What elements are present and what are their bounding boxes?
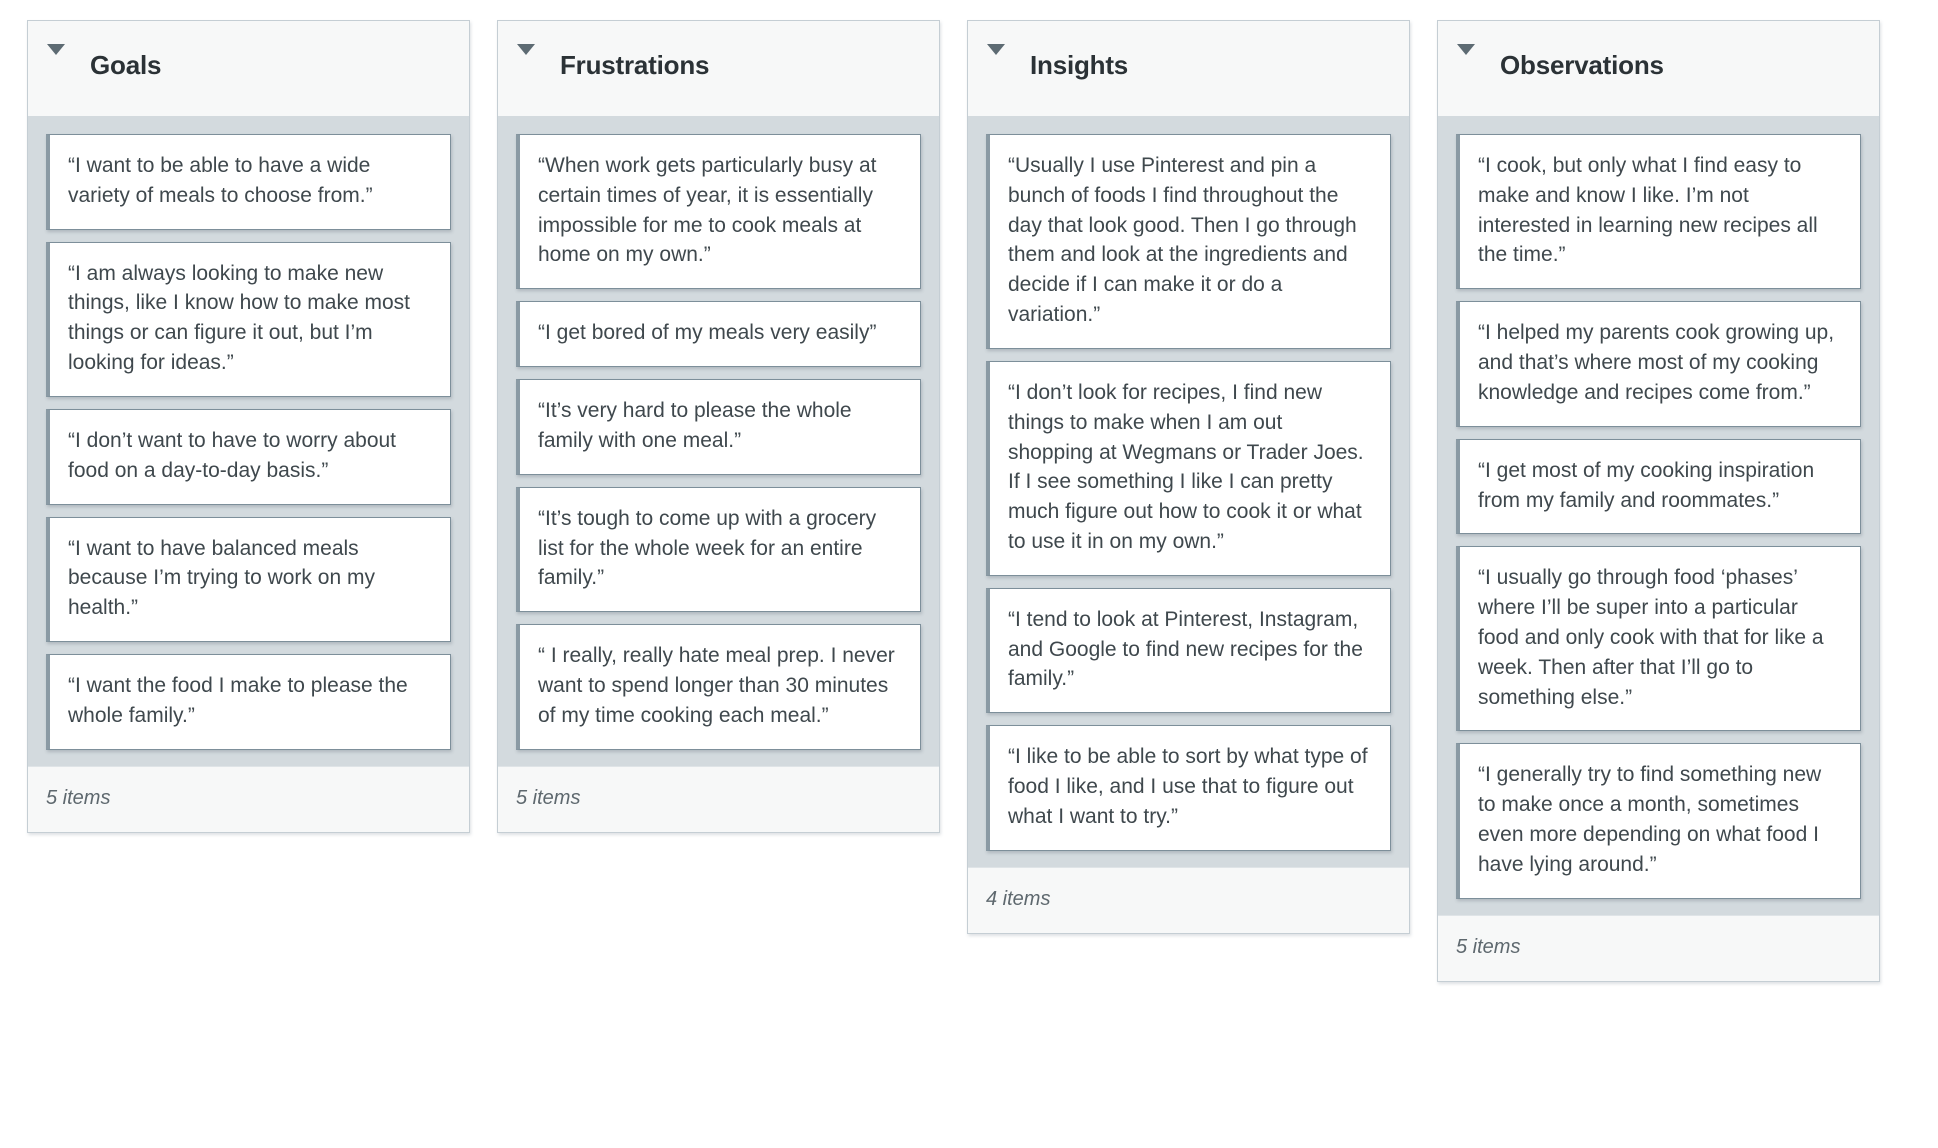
caret-down-icon[interactable] bbox=[514, 37, 538, 61]
note-card-text: “ I really, really hate meal prep. I nev… bbox=[538, 644, 895, 727]
column-title: Frustrations bbox=[560, 50, 710, 80]
note-card-text: “I don’t look for recipes, I find new th… bbox=[1008, 380, 1364, 553]
note-card[interactable]: “When work gets particularly busy at cer… bbox=[516, 134, 921, 290]
caret-down-icon[interactable] bbox=[984, 37, 1008, 61]
note-card[interactable]: “I want to be able to have a wide variet… bbox=[46, 134, 451, 230]
note-card[interactable]: “I am always looking to make new things,… bbox=[46, 241, 451, 397]
note-card[interactable]: “It’s very hard to please the whole fami… bbox=[516, 379, 921, 475]
item-count-label: 5 items bbox=[516, 786, 581, 809]
column-header: Goals bbox=[28, 21, 469, 116]
note-card[interactable]: “I helped my parents cook growing up, an… bbox=[1456, 301, 1861, 427]
item-count-label: 4 items bbox=[986, 887, 1051, 910]
note-card-text: “I don’t want to have to worry about foo… bbox=[68, 428, 397, 482]
column-title: Insights bbox=[1030, 50, 1129, 80]
column-header: Frustrations bbox=[498, 21, 939, 116]
note-card-text: “I get most of my cooking inspiration fr… bbox=[1478, 458, 1815, 512]
note-card[interactable]: “I usually go through food ‘phases’ wher… bbox=[1456, 546, 1861, 732]
note-card[interactable]: “I generally try to find something new t… bbox=[1456, 743, 1861, 899]
column-card-list: “I cook, but only what I find easy to ma… bbox=[1438, 116, 1879, 915]
note-card[interactable]: “I cook, but only what I find easy to ma… bbox=[1456, 134, 1861, 290]
item-count-label: 5 items bbox=[1456, 935, 1521, 958]
board-column: Goals “I want to be able to have a wide v… bbox=[27, 20, 470, 833]
column-footer: 5 items bbox=[1438, 914, 1879, 981]
note-card-text: “I want to be able to have a wide variet… bbox=[68, 154, 373, 207]
note-card[interactable]: “I want to have balanced meals because I… bbox=[46, 516, 451, 642]
column-card-list: “When work gets particularly busy at cer… bbox=[498, 116, 939, 766]
note-card-text: “Usually I use Pinterest and pin a bunch… bbox=[1008, 154, 1357, 327]
affinity-board: Goals “I want to be able to have a wide v… bbox=[0, 0, 1938, 982]
column-title: Goals bbox=[90, 50, 162, 80]
note-card[interactable]: “I don’t look for recipes, I find new th… bbox=[986, 360, 1391, 576]
note-card[interactable]: “I get bored of my meals very easily” bbox=[516, 301, 921, 368]
note-card-text: “It’s tough to come up with a grocery li… bbox=[538, 506, 877, 590]
note-card-text: “I get bored of my meals very easily” bbox=[538, 321, 877, 345]
note-card-text: “I want the food I make to please the wh… bbox=[68, 673, 408, 727]
note-card[interactable]: “Usually I use Pinterest and pin a bunch… bbox=[986, 134, 1391, 349]
column-header: Insights bbox=[968, 21, 1409, 116]
note-card-text: “I am always looking to make new things,… bbox=[68, 261, 410, 375]
item-count-label: 5 items bbox=[46, 786, 111, 809]
note-card-text: “I usually go through food ‘phases’ wher… bbox=[1478, 566, 1824, 709]
note-card[interactable]: “It’s tough to come up with a grocery li… bbox=[516, 486, 921, 613]
note-card[interactable]: “I like to be able to sort by what type … bbox=[986, 725, 1391, 851]
column-header: Observations bbox=[1438, 21, 1879, 116]
column-card-list: “Usually I use Pinterest and pin a bunch… bbox=[968, 116, 1409, 867]
column-footer: 5 items bbox=[498, 765, 939, 832]
note-card-text: “I helped my parents cook growing up, an… bbox=[1478, 321, 1835, 404]
note-card[interactable]: “I get most of my cooking inspiration fr… bbox=[1456, 438, 1861, 535]
note-card-text: “I cook, but only what I find easy to ma… bbox=[1478, 154, 1818, 267]
note-card[interactable]: “I want the food I make to please the wh… bbox=[46, 653, 451, 750]
board-column: Observations “I cook, but only what I fin… bbox=[1437, 20, 1880, 982]
note-card-text: “It’s very hard to please the whole fami… bbox=[538, 399, 852, 452]
note-card[interactable]: “I tend to look at Pinterest, Instagram,… bbox=[986, 587, 1391, 714]
note-card-text: “I want to have balanced meals because I… bbox=[68, 536, 375, 620]
note-card-text: “I generally try to find something new t… bbox=[1478, 763, 1822, 876]
note-card[interactable]: “ I really, really hate meal prep. I nev… bbox=[516, 624, 921, 750]
board-column: Frustrations “When work gets particularly… bbox=[497, 20, 940, 833]
column-card-list: “I want to be able to have a wide variet… bbox=[28, 116, 469, 766]
board-column: Insights “Usually I use Pinterest and pin… bbox=[967, 20, 1410, 934]
caret-down-icon[interactable] bbox=[44, 37, 68, 61]
column-footer: 4 items bbox=[968, 866, 1409, 933]
note-card-text: “I like to be able to sort by what type … bbox=[1008, 745, 1368, 828]
column-footer: 5 items bbox=[28, 765, 469, 832]
note-card-text: “When work gets particularly busy at cer… bbox=[538, 154, 877, 267]
note-card-text: “I tend to look at Pinterest, Instagram,… bbox=[1008, 607, 1363, 691]
column-title: Observations bbox=[1500, 50, 1664, 80]
note-card[interactable]: “I don’t want to have to worry about foo… bbox=[46, 408, 451, 505]
caret-down-icon[interactable] bbox=[1454, 37, 1478, 61]
